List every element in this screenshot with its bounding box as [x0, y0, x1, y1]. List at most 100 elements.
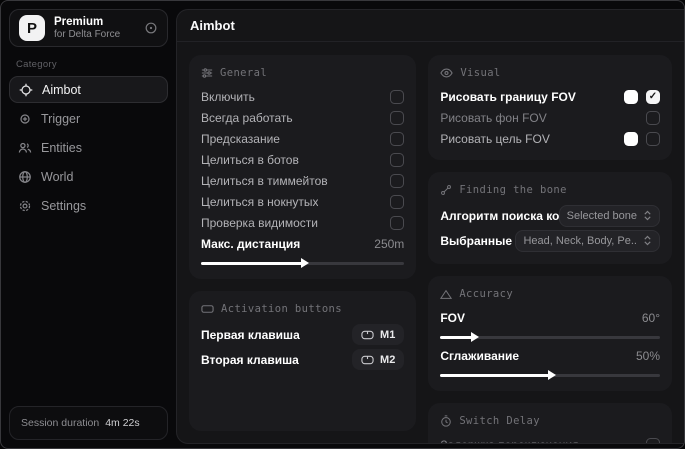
- max-distance-slider[interactable]: [201, 258, 405, 268]
- globe-icon: [18, 170, 32, 184]
- setting-row-enable: Включить: [201, 86, 405, 107]
- setting-label: Задержка переключения: [440, 438, 578, 444]
- main-panel: Aimbot General Включить Всегда работать …: [176, 9, 684, 444]
- setting-label: Проверка видимости: [201, 215, 318, 230]
- eye-icon: [440, 68, 454, 78]
- crosshair-icon: [19, 83, 33, 97]
- general-header: General: [201, 64, 404, 82]
- select-value: Selected bone: [566, 209, 637, 222]
- setting-label: Выбранные кос: [440, 233, 515, 248]
- activation-header: Activation buttons: [201, 300, 404, 318]
- sidebar-item-settings[interactable]: Settings: [9, 192, 168, 219]
- sidebar-item-world[interactable]: World: [9, 163, 168, 190]
- setting-row-aim-teammates: Целиться в тиммейтов: [201, 170, 405, 191]
- checkbox[interactable]: [646, 89, 660, 104]
- setting-label: Рисовать фон FOV: [440, 110, 547, 125]
- bone-header: Finding the bone: [440, 181, 660, 199]
- max-distance-row: Макс. дистанция 250m: [201, 233, 404, 254]
- keybind-row-primary: Первая клавиша M1: [201, 322, 405, 347]
- switch-delay-card: Switch Delay Задержка переключения Задер…: [428, 403, 672, 443]
- visual-header: Visual: [440, 64, 660, 82]
- visual-row-fov-background: Рисовать фон FOV: [440, 107, 660, 128]
- checkbox[interactable]: [390, 110, 405, 125]
- primary-keybind-button[interactable]: M1: [352, 324, 405, 345]
- slider-fill: [440, 374, 551, 377]
- app-window: P Premium for Delta Force Category Aimbo…: [0, 0, 685, 449]
- checkbox[interactable]: [390, 173, 405, 188]
- accuracy-header: Accuracy: [440, 285, 660, 303]
- slider-thumb[interactable]: [471, 332, 480, 342]
- select-value: Head, Neck, Body, Pe..: [523, 234, 637, 247]
- left-column: General Включить Всегда работать Предска…: [189, 55, 417, 431]
- section-title: Accuracy: [459, 288, 514, 300]
- general-card: General Включить Всегда работать Предска…: [189, 55, 417, 279]
- slider-fill: [201, 262, 303, 265]
- setting-row-aim-knocked: Целиться в нокнутых: [201, 191, 405, 212]
- setting-row-aim-bots: Целиться в ботов: [201, 149, 405, 170]
- checkbox[interactable]: [646, 131, 660, 146]
- session-label: Session duration: [21, 417, 100, 429]
- setting-label: Целиться в тиммейтов: [201, 173, 328, 188]
- brand-target-icon[interactable]: [144, 21, 158, 35]
- checkbox[interactable]: [390, 89, 405, 104]
- mouse-icon: [361, 355, 374, 364]
- slider-label: Макс. дистанция: [201, 236, 301, 251]
- sidebar-item-label: Trigger: [41, 111, 81, 126]
- brand-card: P Premium for Delta Force: [9, 9, 168, 47]
- setting-label: Рисовать цель FOV: [440, 131, 550, 146]
- checkbox[interactable]: [390, 152, 405, 167]
- section-title: Finding the bone: [459, 184, 567, 196]
- setting-label: Предсказание: [201, 131, 280, 146]
- selected-bones-row: Выбранные кос Head, Neck, Body, Pe..: [440, 228, 660, 253]
- slider-thumb[interactable]: [548, 370, 557, 380]
- checkbox[interactable]: [646, 437, 660, 443]
- selected-bones-select[interactable]: Head, Neck, Body, Pe..: [515, 229, 660, 252]
- activation-card: Activation buttons Первая клавиша M1 Вто…: [189, 291, 417, 431]
- content: General Включить Всегда работать Предска…: [177, 43, 684, 443]
- sidebar-item-entities[interactable]: Entities: [9, 134, 168, 161]
- brand-text: Premium for Delta Force: [54, 16, 135, 41]
- trigger-icon: [18, 112, 32, 126]
- accuracy-card: Accuracy FOV 60° Сглаживание 50%: [428, 276, 672, 391]
- session-card: Session duration 4m 22s: [9, 406, 168, 440]
- brand-subtitle: for Delta Force: [54, 28, 121, 40]
- section-title: General: [220, 67, 268, 79]
- checkbox[interactable]: [390, 194, 405, 209]
- gear-icon: [18, 199, 32, 213]
- setting-row-visibility-check: Проверка видимости: [201, 212, 405, 233]
- slider-value: 50%: [635, 348, 660, 363]
- bone-icon: [441, 185, 452, 195]
- keybind-value: M2: [380, 353, 396, 366]
- sidebar-item-label: Aimbot: [42, 82, 81, 97]
- keybind-row-secondary: Вторая клавиша M2: [201, 347, 405, 372]
- slider-value: 60°: [641, 310, 660, 325]
- color-swatch[interactable]: [624, 131, 638, 146]
- color-swatch[interactable]: [624, 89, 638, 104]
- setting-label: Алгоритм поиска кост: [440, 208, 559, 223]
- visual-row-fov-border: Рисовать границу FOV: [440, 86, 660, 107]
- checkbox[interactable]: [390, 131, 405, 146]
- brand-name: Premium: [54, 15, 104, 28]
- slider-thumb[interactable]: [300, 258, 309, 268]
- right-column: Visual Рисовать границу FOV Рисовать фон…: [428, 55, 672, 443]
- bone-card: Finding the bone Алгоритм поиска кост Se…: [428, 172, 672, 264]
- checkbox[interactable]: [390, 215, 405, 230]
- smoothing-slider[interactable]: [440, 370, 660, 380]
- bone-algorithm-select[interactable]: Selected bone: [558, 204, 660, 227]
- brand-logo: P: [19, 15, 45, 41]
- session-value: 4m 22s: [105, 417, 140, 429]
- setting-row-prediction: Предсказание: [201, 128, 405, 149]
- secondary-keybind-button[interactable]: M2: [352, 349, 405, 370]
- keybind-label: Первая клавиша: [201, 327, 300, 342]
- sliders-icon: [201, 68, 213, 78]
- switch-delay-toggle-row: Задержка переключения: [440, 434, 660, 443]
- sidebar-item-trigger[interactable]: Trigger: [9, 105, 168, 132]
- setting-row-always-work: Всегда работать: [201, 107, 405, 128]
- sidebar-item-aimbot[interactable]: Aimbot: [9, 76, 168, 103]
- fov-row: FOV 60°: [440, 307, 660, 328]
- keybind-label: Вторая клавиша: [201, 352, 299, 367]
- unfold-icon: [644, 235, 651, 246]
- checkbox[interactable]: [646, 110, 660, 125]
- visual-card: Visual Рисовать границу FOV Рисовать фон…: [428, 55, 672, 160]
- fov-slider[interactable]: [440, 332, 660, 342]
